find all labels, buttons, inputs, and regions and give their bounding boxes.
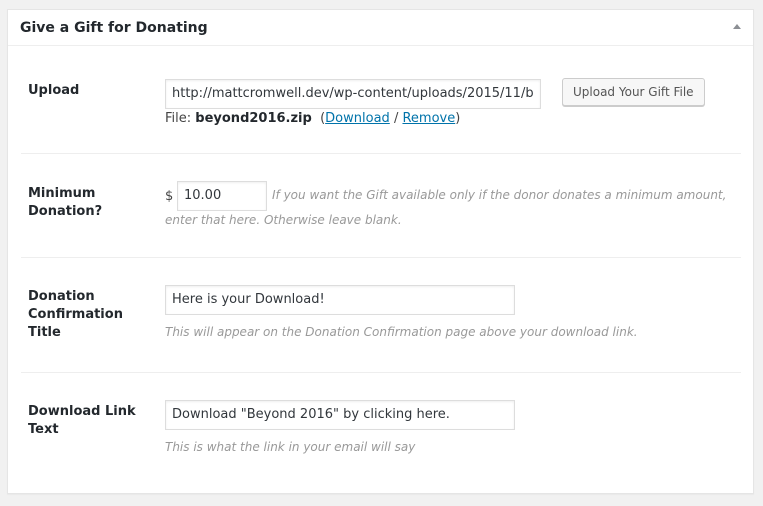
download-link-text-row: Download Link Text Download "Beyond 2016… xyxy=(21,373,741,483)
minimum-donation-row: Minimum Donation? $ 10.00 If you want th… xyxy=(21,154,741,258)
minimum-donation-label: Minimum Donation? xyxy=(28,186,103,219)
download-file-link[interactable]: Download xyxy=(325,111,390,126)
collapse-arrow-icon[interactable] xyxy=(733,24,741,29)
minimum-donation-description: If you want the Gift available only if t… xyxy=(165,188,727,227)
download-link-text-input[interactable]: Download "Beyond 2016" by clicking here. xyxy=(165,400,515,430)
gift-file-url-input[interactable]: http://mattcromwell.dev/wp-content/uploa… xyxy=(165,79,541,109)
file-name: beyond2016.zip xyxy=(195,111,312,126)
file-prefix: File: xyxy=(165,111,192,126)
confirmation-title-input[interactable]: Here is your Download! xyxy=(165,285,515,315)
upload-label: Upload xyxy=(28,83,80,98)
confirmation-title-label: Donation Confirmation Title xyxy=(28,289,123,340)
file-info: File: beyond2016.zip (Download / Remove) xyxy=(165,111,460,126)
download-link-text-description: This is what the link in your email will… xyxy=(165,440,416,454)
confirmation-title-description: This will appear on the Donation Confirm… xyxy=(165,325,638,339)
link-separator: / xyxy=(393,111,399,126)
remove-file-link[interactable]: Remove xyxy=(402,111,455,126)
gift-metabox: Give a Gift for Donating Upload http://m… xyxy=(7,9,754,494)
close-paren: ) xyxy=(455,111,461,126)
download-link-text-label: Download Link Text xyxy=(28,404,136,437)
confirmation-title-row: Donation Confirmation Title Here is your… xyxy=(21,258,741,373)
upload-row: Upload http://mattcromwell.dev/wp-conten… xyxy=(21,62,741,154)
metabox-title: Give a Gift for Donating xyxy=(20,20,208,36)
metabox-header[interactable]: Give a Gift for Donating xyxy=(8,10,753,46)
upload-gift-file-button[interactable]: Upload Your Gift File xyxy=(562,78,705,106)
